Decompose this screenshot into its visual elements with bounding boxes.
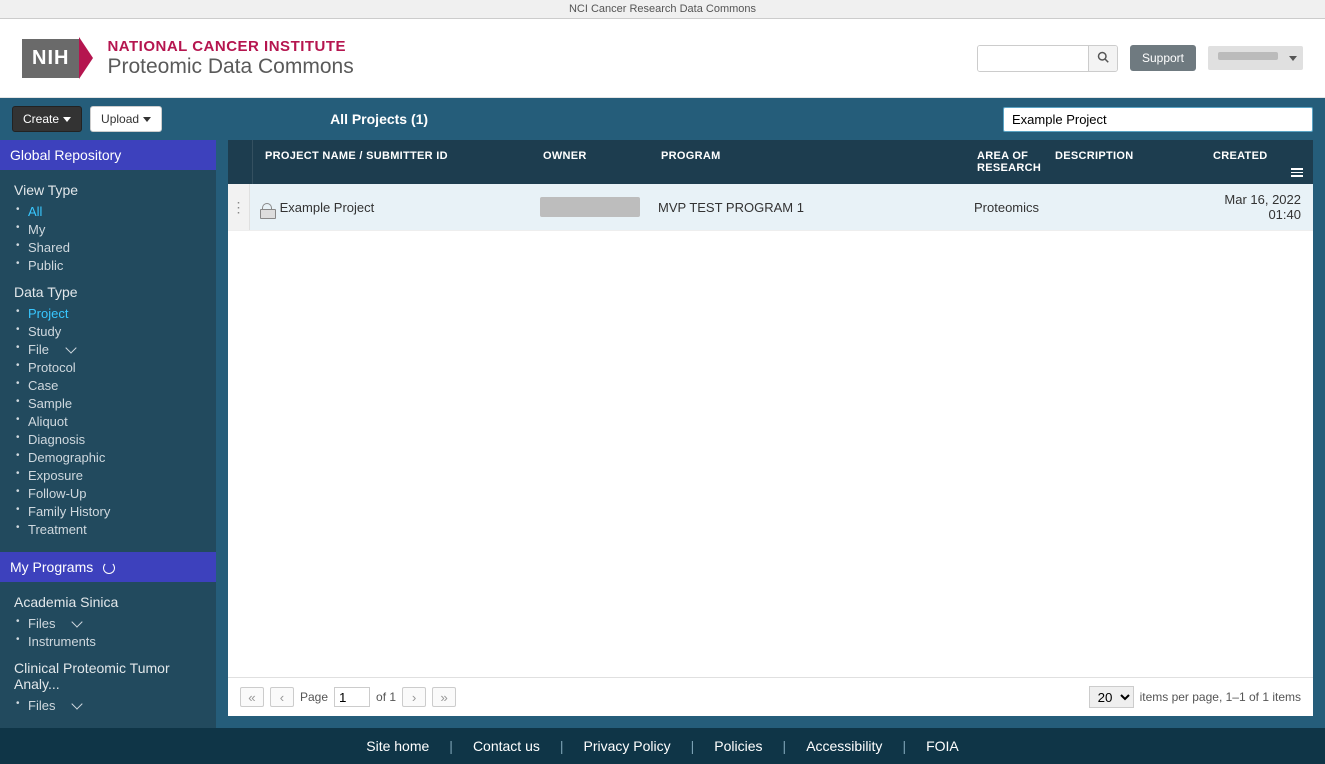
header-actions: Support (977, 45, 1303, 72)
nih-text: NIH (22, 39, 79, 78)
view-type-item[interactable]: My (28, 220, 216, 238)
footer-link[interactable]: Policies (714, 738, 762, 754)
cell-desc (1040, 199, 1198, 215)
chevron-down-icon (65, 342, 76, 353)
user-menu[interactable] (1208, 46, 1303, 70)
create-button[interactable]: Create (12, 106, 82, 132)
col-desc[interactable]: DESCRIPTION (1043, 140, 1201, 184)
view-title: All Projects (1) (330, 111, 428, 127)
support-button[interactable]: Support (1130, 45, 1196, 71)
nih-badge: NIH (22, 37, 93, 79)
chevron-down-icon (72, 616, 83, 627)
sidebar: Global Repository View Type AllMySharedP… (0, 140, 216, 728)
data-type-item[interactable]: Sample (28, 394, 216, 412)
data-type-item[interactable]: Demographic (28, 448, 216, 466)
next-page-button[interactable]: › (402, 687, 426, 707)
data-type-item[interactable]: Project (28, 304, 216, 322)
footer-link[interactable]: Contact us (473, 738, 540, 754)
app-header: NIH NATIONAL CANCER INSTITUTE Proteomic … (0, 19, 1325, 98)
caret-down-icon (63, 117, 71, 122)
program-title[interactable]: Academia Sinica (0, 590, 216, 612)
org-name: NATIONAL CANCER INSTITUTE (107, 38, 353, 55)
view-type-item[interactable]: All (28, 202, 216, 220)
cell-created: Mar 16, 2022 01:40 (1198, 184, 1313, 230)
col-created[interactable]: CREATED (1201, 140, 1313, 184)
sidebar-header-programs[interactable]: My Programs (0, 552, 216, 582)
program-item[interactable]: Files (28, 614, 216, 632)
first-page-button[interactable]: « (240, 687, 264, 707)
table-body: ⋮ Example Project MVP TEST PROGRAM 1Prote… (228, 184, 1313, 677)
cell-area: Proteomics (962, 192, 1040, 223)
data-type-item[interactable]: Follow-Up (28, 484, 216, 502)
footer-link[interactable]: Accessibility (806, 738, 882, 754)
program-title[interactable]: Clinical Proteomic Tumor Analy... (0, 656, 216, 694)
program-item[interactable]: Files (28, 696, 216, 714)
prev-page-button[interactable]: ‹ (270, 687, 294, 707)
data-type-title: Data Type (0, 280, 216, 302)
col-area[interactable]: AREA OF RESEARCH (965, 140, 1043, 184)
data-type-item[interactable]: Aliquot (28, 412, 216, 430)
page-input[interactable] (334, 687, 370, 707)
footer-link[interactable]: Privacy Policy (584, 738, 671, 754)
chevron-down-icon (72, 698, 83, 709)
footer-link[interactable]: FOIA (926, 738, 959, 754)
sidebar-header-global[interactable]: Global Repository (0, 140, 216, 170)
window-title: NCI Cancer Research Data Commons (0, 0, 1325, 19)
col-owner[interactable]: OWNER (531, 140, 649, 184)
footer: Site home|Contact us|Privacy Policy|Poli… (0, 728, 1325, 764)
search-input[interactable] (978, 46, 1088, 71)
data-type-item[interactable]: File (28, 340, 216, 358)
data-type-item[interactable]: Case (28, 376, 216, 394)
cell-program: MVP TEST PROGRAM 1 (646, 192, 962, 223)
data-type-item[interactable]: Diagnosis (28, 430, 216, 448)
refresh-icon[interactable] (103, 562, 115, 574)
drag-handle-icon[interactable]: ⋮ (228, 184, 250, 230)
page-label: Page (300, 690, 328, 704)
app-name: Proteomic Data Commons (107, 55, 353, 79)
data-type-item[interactable]: Treatment (28, 520, 216, 538)
pager: « ‹ Page of 1 › » 20 items per page, 1–1… (228, 677, 1313, 716)
table-row[interactable]: ⋮ Example Project MVP TEST PROGRAM 1Prote… (228, 184, 1313, 231)
view-type-title: View Type (0, 178, 216, 200)
program-item[interactable]: Instruments (28, 632, 216, 650)
view-type-list: AllMySharedPublic (0, 200, 216, 280)
table-menu-icon[interactable] (1291, 168, 1303, 177)
filter-input[interactable] (1003, 107, 1313, 132)
search-button[interactable] (1088, 46, 1117, 71)
data-type-item[interactable]: Study (28, 322, 216, 340)
page-of: of 1 (376, 690, 396, 704)
data-type-list: ProjectStudyFileProtocolCaseSampleAliquo… (0, 302, 216, 544)
view-type-item[interactable]: Shared (28, 238, 216, 256)
table-header: PROJECT NAME / SUBMITTER ID OWNER PROGRA… (228, 140, 1313, 184)
data-type-item[interactable]: Protocol (28, 358, 216, 376)
pager-summary: items per page, 1–1 of 1 items (1140, 690, 1301, 704)
chevron-right-icon (79, 37, 93, 79)
view-type-item[interactable]: Public (28, 256, 216, 274)
lock-icon (262, 203, 272, 213)
caret-down-icon (143, 117, 151, 122)
cell-owner (528, 189, 646, 225)
content-area: PROJECT NAME / SUBMITTER ID OWNER PROGRA… (228, 140, 1313, 716)
logo: NIH NATIONAL CANCER INSTITUTE Proteomic … (22, 37, 354, 79)
per-page-select[interactable]: 20 (1089, 686, 1134, 708)
footer-link[interactable]: Site home (366, 738, 429, 754)
data-type-item[interactable]: Exposure (28, 466, 216, 484)
col-name[interactable]: PROJECT NAME / SUBMITTER ID (253, 140, 531, 184)
search-icon (1097, 51, 1109, 63)
global-search (977, 45, 1118, 72)
cell-name: Example Project (250, 192, 528, 223)
data-type-item[interactable]: Family History (28, 502, 216, 520)
upload-button[interactable]: Upload (90, 106, 162, 132)
logo-text: NATIONAL CANCER INSTITUTE Proteomic Data… (107, 38, 353, 79)
last-page-button[interactable]: » (432, 687, 456, 707)
toolbar: Create Upload All Projects (1) (0, 98, 1325, 140)
col-program[interactable]: PROGRAM (649, 140, 965, 184)
